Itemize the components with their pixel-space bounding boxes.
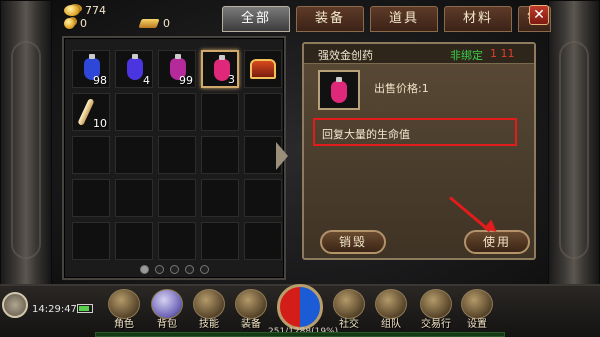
close-button[interactable]: ✕ <box>529 5 549 25</box>
destroy-button[interactable]: 销毁 <box>320 230 386 254</box>
inventory-slot-empty[interactable] <box>158 136 196 174</box>
inventory-slot-empty[interactable] <box>115 222 153 260</box>
gold-counter: 774 <box>64 4 106 17</box>
tab-all[interactable]: 全部 <box>222 6 291 32</box>
menu-backpack[interactable]: 背包 <box>148 289 186 331</box>
page-indicator <box>140 265 209 274</box>
item-quantity: 99 <box>179 74 193 87</box>
inventory-slot-empty[interactable] <box>201 179 239 217</box>
page-dot-active[interactable] <box>140 265 149 274</box>
treasure-chest-icon <box>250 59 276 79</box>
inventory-slot-selected[interactable]: 3 <box>201 50 239 88</box>
inventory-slot-empty[interactable] <box>244 222 282 260</box>
menu-label: 交易行 <box>421 319 451 330</box>
inventory-slot-empty[interactable] <box>158 93 196 131</box>
menu-label: 组队 <box>381 319 401 330</box>
inventory-slot[interactable]: 99 <box>158 50 196 88</box>
menu-label: 背包 <box>157 319 177 330</box>
menu-team[interactable]: 组队 <box>372 289 410 331</box>
item-quantity: 98 <box>93 74 107 87</box>
right-ornament-pillar <box>548 0 600 300</box>
menu-character[interactable]: 角色 <box>105 289 143 331</box>
inventory-slot-empty[interactable] <box>72 222 110 260</box>
item-description: 回复大量的生命值 <box>322 128 410 141</box>
hp-mp-orb <box>277 284 323 330</box>
inventory-slot-empty[interactable] <box>201 136 239 174</box>
item-quantity: 10 <box>93 117 107 130</box>
page-dot[interactable] <box>155 265 164 274</box>
clock: 14:29:47 <box>32 304 77 315</box>
coin-icon <box>64 18 75 29</box>
inventory-grid: 98 4 99 3 10 <box>62 36 286 280</box>
inventory-slot-empty[interactable] <box>158 179 196 217</box>
bind-status: 非绑定 <box>450 49 483 62</box>
gold-ingot-icon <box>64 5 80 16</box>
inventory-slot[interactable] <box>244 50 282 88</box>
menu-label: 设置 <box>467 319 487 330</box>
menu-label: 角色 <box>114 319 134 330</box>
sell-price: 出售价格:1 <box>374 82 429 95</box>
inventory-slot[interactable]: 4 <box>115 50 153 88</box>
next-page-arrow-icon[interactable] <box>276 142 288 170</box>
coin-amount: 0 <box>80 17 87 30</box>
use-button[interactable]: 使用 <box>464 230 530 254</box>
battery-icon <box>77 304 93 313</box>
gold-amount: 774 <box>85 4 106 17</box>
bar-amount: 0 <box>163 17 170 30</box>
inventory-slot-empty[interactable] <box>72 136 110 174</box>
inventory-slot-empty[interactable] <box>201 222 239 260</box>
menu-label: 社交 <box>339 319 359 330</box>
tab-props[interactable]: 道具 <box>370 6 439 32</box>
inventory-slot[interactable]: 98 <box>72 50 110 88</box>
left-ornament-pillar <box>0 0 52 300</box>
menu-label: 装备 <box>241 319 261 330</box>
inventory-slot-empty[interactable] <box>115 93 153 131</box>
page-dot[interactable] <box>185 265 194 274</box>
page-dot[interactable] <box>200 265 209 274</box>
item-detail-panel: 强效金创药 非绑定 1 11 出售价格:1 回复大量的生命值 销毁 使用 <box>302 42 536 260</box>
inventory-tabs: 全部 装备 道具 材料 销 <box>222 6 552 32</box>
coin-counter: 0 <box>64 17 87 30</box>
inventory-slot-empty[interactable] <box>158 222 196 260</box>
item-quantity: 4 <box>143 74 150 87</box>
inventory-slot-empty[interactable] <box>115 179 153 217</box>
menu-settings[interactable]: 设置 <box>458 289 496 331</box>
violet-potion-icon <box>127 54 143 80</box>
menu-skills[interactable]: 技能 <box>190 289 228 331</box>
menu-trade[interactable]: 交易行 <box>414 289 458 331</box>
gold-bar-icon <box>138 19 160 28</box>
inventory-slot-empty[interactable] <box>115 136 153 174</box>
experience-bar <box>95 332 505 337</box>
item-quantity: 3 <box>228 73 235 86</box>
item-icon-frame <box>318 70 360 110</box>
inventory-slot-empty[interactable] <box>201 93 239 131</box>
tab-materials[interactable]: 材料 <box>444 6 513 32</box>
red-potion-icon <box>331 77 347 103</box>
inventory-slot-empty[interactable] <box>244 179 282 217</box>
level-requirement: 1 11 <box>490 47 515 60</box>
inventory-slot-empty[interactable] <box>244 93 282 131</box>
menu-social[interactable]: 社交 <box>330 289 368 331</box>
bar-counter: 0 <box>138 17 170 30</box>
item-name: 强效金创药 <box>318 49 373 62</box>
menu-equipment[interactable]: 装备 <box>232 289 270 331</box>
tab-equipment[interactable]: 装备 <box>296 6 365 32</box>
menu-label: 技能 <box>199 319 219 330</box>
inventory-slot[interactable]: 10 <box>72 93 110 131</box>
chat-icon[interactable] <box>2 292 28 318</box>
inventory-slot-empty[interactable] <box>72 179 110 217</box>
page-dot[interactable] <box>170 265 179 274</box>
